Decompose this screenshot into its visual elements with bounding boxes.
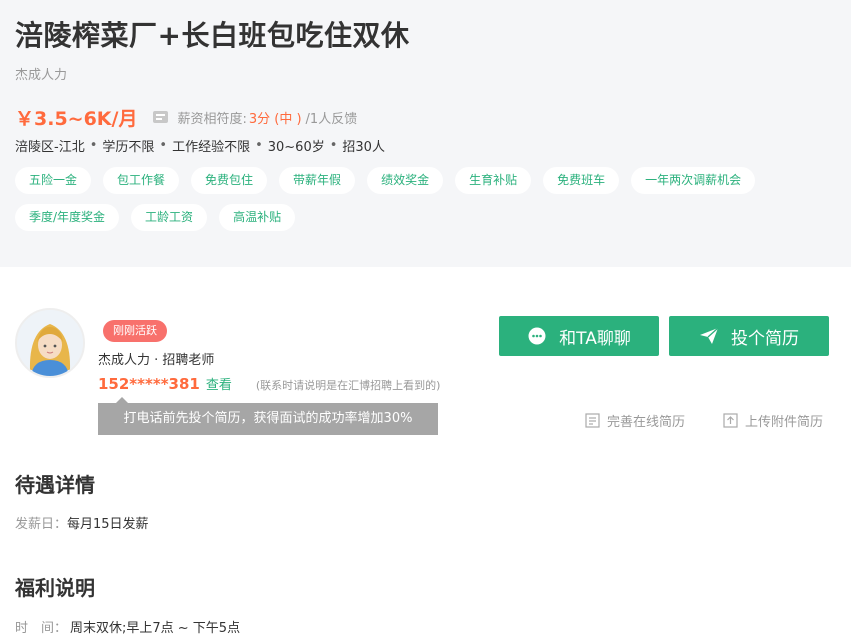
welfare-section-title: 福利说明	[15, 576, 95, 600]
benefit-tag: 免费包住	[191, 167, 268, 194]
avatar-illustration	[17, 310, 83, 376]
upload-attachment-resume-label: 上传附件简历	[745, 415, 824, 430]
payday-row: 发薪日： 每月15日发薪	[15, 513, 149, 532]
benefit-tag: 工龄工资	[131, 204, 208, 231]
work-time-value: 周末双休;早上7点 ~ 下午5点	[70, 621, 241, 636]
work-time-row: 时 间： 周末双休;早上7点 ~ 下午5点	[15, 617, 240, 636]
upload-attachment-resume-link[interactable]: 上传附件简历	[723, 411, 823, 430]
payday-value: 每月15日发薪	[67, 517, 149, 532]
requirement-age: 30~60岁	[267, 140, 325, 155]
salary-row: ￥3.5~6K/月 薪资相符度: 3分 (中 ) /1人反馈	[15, 103, 357, 131]
apply-tip-tooltip: 打电话前先投个简历，获得面试的成功率增加30%	[98, 397, 438, 435]
complete-online-resume-link[interactable]: 完善在线简历	[585, 411, 685, 430]
separator-dot: •	[329, 138, 338, 153]
separator-dot: •	[255, 138, 263, 153]
benefit-tag: 生育补贴	[455, 167, 532, 194]
benefit-tags: 五险一金 包工作餐 免费包住 带薪年假 绩效奖金 生育补贴 免费班车 一年两次调…	[15, 167, 815, 241]
chat-button-label: 和TA聊聊	[559, 328, 631, 349]
benefit-tag: 季度/年度奖金	[15, 204, 120, 231]
contact-note: (联系时请说明是在汇博招聘上看到的)	[255, 379, 441, 392]
active-status-badge: 刚刚活跃	[103, 320, 167, 342]
recruiter-name: 杰成人力 · 招聘老师	[98, 353, 215, 368]
requirement-headcount: 招30人	[342, 140, 385, 155]
requirement-experience: 工作经验不限	[172, 140, 251, 155]
document-icon	[585, 413, 600, 428]
benefit-tag: 高温补贴	[219, 204, 296, 231]
requirement-education: 学历不限	[102, 140, 155, 155]
feedback-count: /1人反馈	[305, 111, 358, 127]
separator-dot: •	[159, 138, 168, 153]
benefit-tag: 五险一金	[15, 167, 92, 194]
payday-label: 发薪日：	[15, 517, 68, 532]
chat-button[interactable]: 和TA聊聊	[499, 316, 659, 356]
tag-row: 五险一金 包工作餐 免费包住 带薪年假 绩效奖金 生育补贴 免费班车 一年两次调…	[15, 167, 815, 194]
work-time-label: 时 间：	[15, 621, 68, 636]
benefit-tag: 包工作餐	[103, 167, 180, 194]
tag-row: 季度/年度奖金 工龄工资 高温补贴	[15, 204, 815, 231]
submit-resume-button[interactable]: 投个简历	[669, 316, 829, 356]
chat-bubble-icon	[528, 327, 546, 345]
benefit-tag: 绩效奖金	[367, 167, 444, 194]
job-title: 涪陵榨菜厂+长白班包吃住双休	[15, 19, 410, 52]
complete-online-resume-label: 完善在线简历	[607, 415, 686, 430]
submit-resume-label: 投个简历	[731, 328, 799, 349]
benefit-tag: 免费班车	[543, 167, 620, 194]
requirement-location: 涪陵区-江北	[15, 140, 85, 155]
send-icon	[700, 327, 719, 344]
phone-number: 152*****381	[98, 375, 200, 393]
company-name[interactable]: 杰成人力	[15, 64, 67, 83]
separator-dot: •	[89, 138, 98, 153]
salary: ￥3.5~6K/月	[15, 107, 138, 130]
recruiter-avatar	[15, 308, 85, 378]
feedback-label: 薪资相符度:	[177, 111, 247, 127]
view-phone-link[interactable]: 查看	[206, 374, 232, 393]
feedback-score: 3分 (中 )	[248, 111, 302, 127]
job-header: 涪陵榨菜厂+长白班包吃住双休 杰成人力 ￥3.5~6K/月 薪资相符度: 3分 …	[0, 0, 851, 267]
upload-icon	[723, 413, 738, 428]
benefit-tag: 一年两次调薪机会	[631, 167, 756, 194]
benefit-tag: 带薪年假	[279, 167, 356, 194]
feedback-icon	[153, 111, 169, 123]
job-requirements: 涪陵区-江北 • 学历不限 • 工作经验不限 • 30~60岁 • 招30人	[15, 136, 385, 155]
benefit-section-title: 待遇详情	[15, 473, 95, 497]
phone-row: 152*****381 查看 (联系时请说明是在汇博招聘上看到的)	[98, 374, 440, 393]
